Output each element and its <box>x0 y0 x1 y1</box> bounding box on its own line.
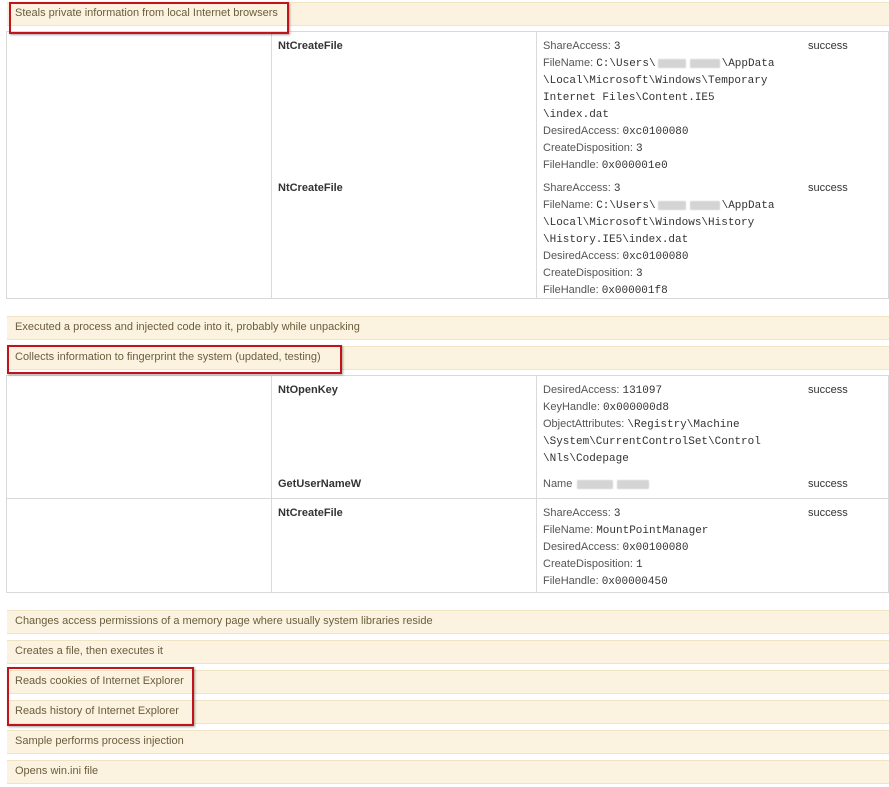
signature-row[interactable]: Changes access permissions of a memory p… <box>7 610 889 634</box>
column-divider <box>536 375 537 593</box>
signature-label: Changes access permissions of a memory p… <box>15 615 433 627</box>
signature-row[interactable]: Steals private information from local In… <box>7 2 889 26</box>
redacted-username <box>577 479 614 489</box>
signature-label: Opens win.ini file <box>15 765 99 777</box>
api-name: NtOpenKey <box>278 384 338 396</box>
signature-row[interactable]: Executed a process and injected code int… <box>7 316 889 340</box>
api-arguments: Name <box>543 476 793 492</box>
redacted-username <box>657 58 686 68</box>
signature-row[interactable]: Opens win.ini file <box>7 760 889 784</box>
signature-row[interactable]: Creates a file, then executes it <box>7 640 889 664</box>
signature-label: Sample performs process injection <box>15 735 184 747</box>
column-divider <box>536 31 537 299</box>
signature-row[interactable]: Sample performs process injection <box>7 730 889 754</box>
call-status: success <box>808 507 848 519</box>
redacted-username <box>617 479 650 489</box>
api-name: NtCreateFile <box>278 40 343 52</box>
signature-label: Creates a file, then executes it <box>15 645 163 657</box>
signature-row[interactable]: Collects information to fingerprint the … <box>7 346 889 370</box>
call-status: success <box>808 478 848 490</box>
redacted-username <box>689 200 720 210</box>
signature-row[interactable]: Reads cookies of Internet Explorer <box>7 670 889 694</box>
signature-label: Collects information to fingerprint the … <box>15 351 321 363</box>
signature-label: Steals private information from local In… <box>15 7 278 19</box>
call-status: success <box>808 40 848 52</box>
api-arguments: ShareAccess: 3 FileName: MountPointManag… <box>543 507 709 588</box>
column-divider <box>271 31 272 299</box>
signature-row[interactable]: Reads history of Internet Explorer <box>7 700 889 724</box>
signature-label: Reads cookies of Internet Explorer <box>15 675 184 687</box>
api-name: NtCreateFile <box>278 182 343 194</box>
row-divider <box>6 498 889 499</box>
api-arguments: ShareAccess: 3 FileName: C:\Users\ \AppDa… <box>543 40 775 172</box>
signature-label: Executed a process and injected code int… <box>15 321 360 333</box>
redacted-username <box>689 58 720 68</box>
api-name: NtCreateFile <box>278 507 343 519</box>
api-name: GetUserNameW <box>278 478 362 490</box>
api-arguments: DesiredAccess: 131097 KeyHandle: 0x00000… <box>543 384 761 465</box>
redacted-username <box>657 200 686 210</box>
api-arguments: ShareAccess: 3 FileName: C:\Users\ \AppDa… <box>543 182 775 297</box>
signature-label: Reads history of Internet Explorer <box>15 705 179 717</box>
call-status: success <box>808 182 848 194</box>
call-status: success <box>808 384 848 396</box>
column-divider <box>271 375 272 593</box>
